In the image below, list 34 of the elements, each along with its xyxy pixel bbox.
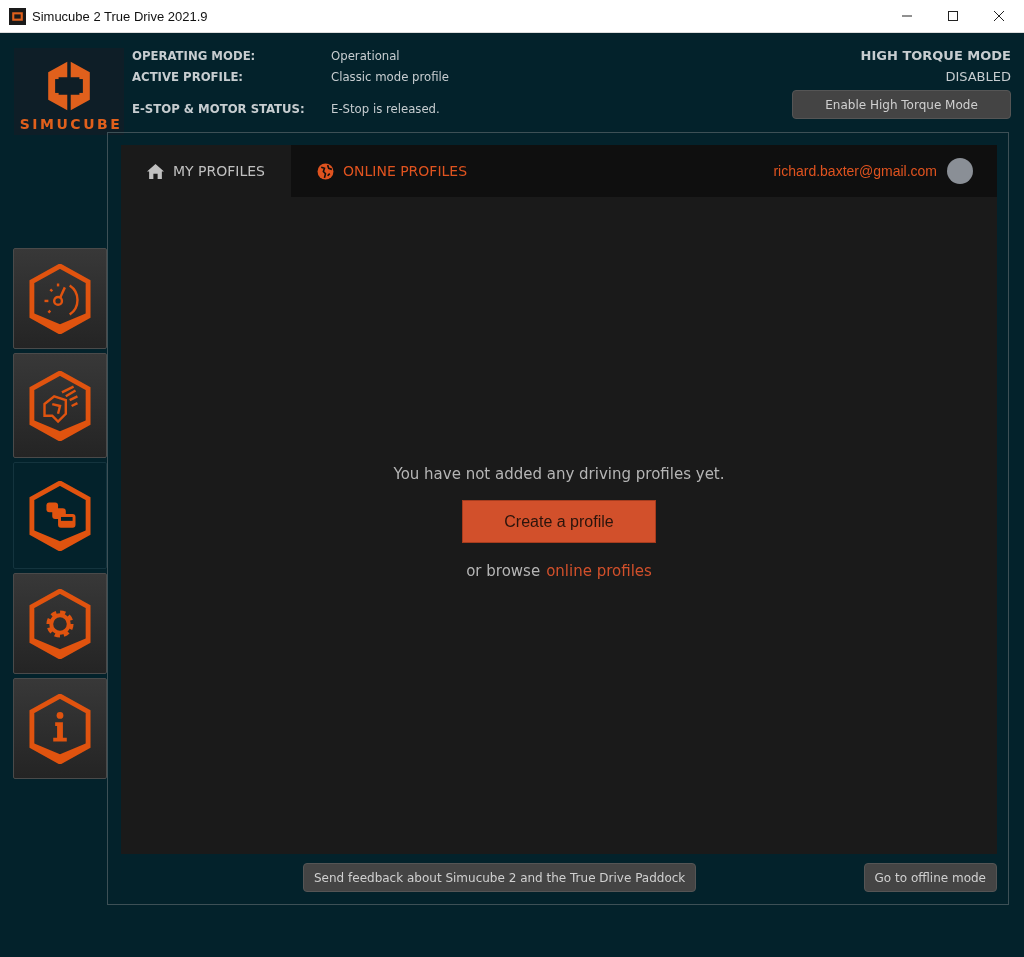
- status-value: E-Stop is released.: [331, 101, 441, 116]
- profiles-tab[interactable]: ONLINE PROFILES: [291, 145, 494, 197]
- app-logo-icon: [9, 7, 26, 25]
- sidebar-item[interactable]: [13, 462, 107, 569]
- high-torque-title: HIGH TORQUE MODE: [860, 48, 1011, 63]
- avatar[interactable]: [947, 158, 973, 184]
- gauge-hexagon-icon: [29, 263, 91, 334]
- status-value: Classic mode profile: [331, 69, 449, 84]
- maximize-icon[interactable]: [948, 11, 958, 21]
- home-icon: [147, 162, 164, 180]
- enable-high-torque-button[interactable]: Enable High Torque Mode: [792, 90, 1011, 119]
- gear-hexagon-icon: [29, 588, 91, 659]
- close-icon[interactable]: [994, 11, 1004, 21]
- create-profile-button[interactable]: Create a profile: [462, 500, 656, 543]
- sidebar-item[interactable]: [13, 353, 107, 458]
- online-profiles-link[interactable]: online profiles: [546, 562, 652, 580]
- sidebar-item[interactable]: [13, 573, 107, 674]
- status-label: ACTIVE PROFILE:: [132, 69, 245, 84]
- simucube-logo: SIMUCUBE: [14, 48, 124, 135]
- status-label: OPERATING MODE:: [132, 48, 257, 63]
- globe-icon: [317, 162, 334, 180]
- offline-mode-button[interactable]: Go to offline mode: [863, 863, 997, 892]
- sidebar-item[interactable]: [13, 248, 107, 349]
- browse-text: or browse: [466, 562, 541, 580]
- profiles-tab[interactable]: MY PROFILES: [121, 145, 291, 197]
- status-value: Operational: [331, 48, 401, 63]
- send-feedback-button[interactable]: Send feedback about Simucube 2 and the True Drive Paddock: [303, 863, 697, 892]
- sidebar-item[interactable]: [13, 678, 107, 779]
- info-hexagon-icon: [29, 693, 91, 764]
- account-email[interactable]: richard.baxter@gmail.com: [773, 163, 937, 179]
- window-title: Simucube 2 True Drive 2021.9: [32, 8, 208, 24]
- high-torque-state: DISABLED: [945, 69, 1011, 84]
- empty-message: You have not added any driving profiles yet.: [393, 465, 725, 483]
- status-label: E-STOP & MOTOR STATUS:: [132, 101, 306, 116]
